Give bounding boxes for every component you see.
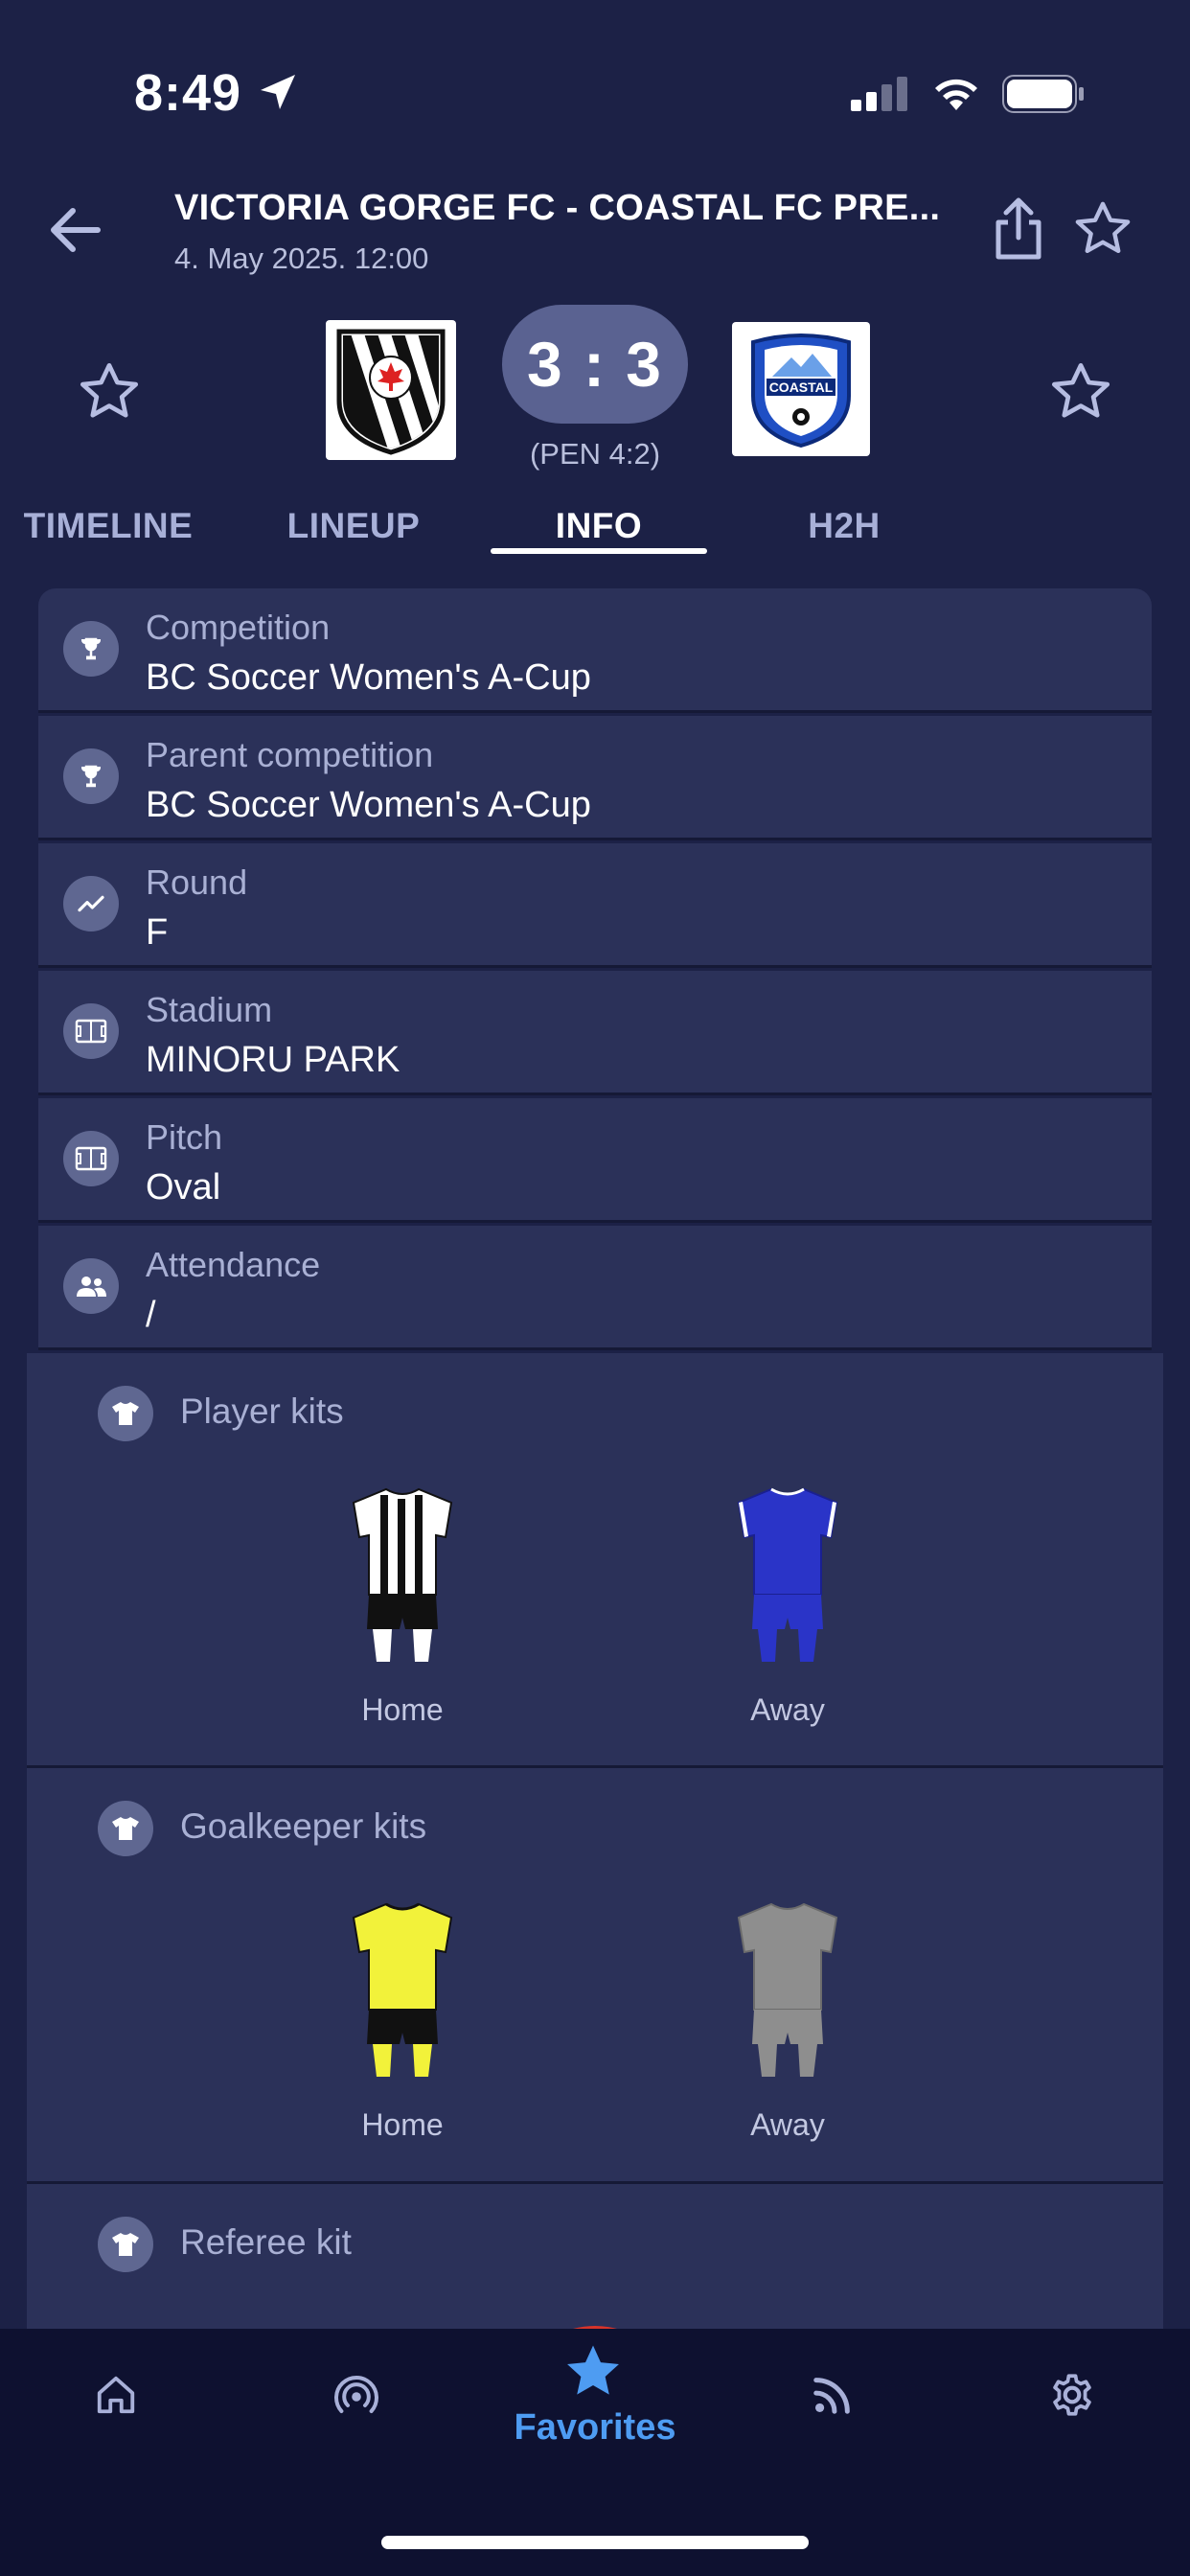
goalkeeper-home-label: Home <box>361 2107 444 2142</box>
favorite-match-star-icon[interactable] <box>1069 197 1136 261</box>
trend-icon <box>63 876 119 932</box>
goalkeeper-away-kit[interactable]: Away <box>721 1902 855 2143</box>
player-home-label: Home <box>361 1692 444 1727</box>
away-team-star-icon[interactable] <box>1046 358 1115 426</box>
player-kits-title: Player kits <box>180 1392 344 1431</box>
share-icon[interactable] <box>987 196 1050 263</box>
status-time: 8:49 <box>134 64 242 122</box>
shirt-icon <box>98 2217 153 2272</box>
goalkeeper-away-label: Away <box>750 2107 825 2142</box>
pitch-label: Pitch <box>146 1117 223 1157</box>
away-team-logo[interactable]: COASTAL <box>732 322 870 456</box>
info-row-stadium[interactable]: Stadium MINORU PARK <box>38 971 1152 1095</box>
svg-text:COASTAL: COASTAL <box>769 380 834 395</box>
tab-info[interactable]: INFO <box>491 506 707 546</box>
coastal-crest-icon: COASTAL <box>751 334 851 448</box>
shirt-icon <box>98 1801 153 1856</box>
penalty-score: (PEN 4:2) <box>529 437 661 471</box>
victoria-crest-icon <box>336 329 446 455</box>
trophy-icon <box>63 621 119 677</box>
status-icons <box>851 75 1085 113</box>
attendance-label: Attendance <box>146 1245 321 1284</box>
trophy-icon <box>63 748 119 804</box>
info-row-parent-competition[interactable]: Parent competition BC Soccer Women's A-C… <box>38 716 1152 840</box>
goalkeeper-kits-title: Goalkeeper kits <box>180 1806 427 1846</box>
match-date: 4. May 2025. 12:00 <box>174 242 429 275</box>
nav-podcast-icon[interactable] <box>323 2361 390 2428</box>
striped-jersey-icon <box>352 1487 453 1662</box>
player-home-kit[interactable]: Home <box>335 1487 469 1728</box>
goalkeeper-home-kit[interactable]: Home <box>335 1902 469 2143</box>
tab-h2h[interactable]: H2H <box>736 506 952 546</box>
location-arrow-icon <box>261 75 295 109</box>
nav-favorites-star-icon[interactable] <box>560 2338 627 2405</box>
parent-competition-value: BC Soccer Women's A-Cup <box>146 785 591 825</box>
tab-timeline[interactable]: TIMELINE <box>0 506 217 546</box>
goalkeeper-kits-section: Goalkeeper kits Home Away <box>27 1768 1163 2184</box>
tab-lineup[interactable]: LINEUP <box>245 506 462 546</box>
info-content[interactable]: Competition BC Soccer Women's A-Cup Pare… <box>27 588 1163 2329</box>
player-away-kit[interactable]: Away <box>721 1487 855 1728</box>
attendance-value: / <box>146 1295 156 1335</box>
player-away-label: Away <box>750 1692 825 1727</box>
info-row-attendance[interactable]: Attendance / <box>38 1226 1152 1350</box>
info-row-competition[interactable]: Competition BC Soccer Women's A-Cup <box>38 588 1152 713</box>
blue-jersey-icon <box>737 1487 838 1662</box>
match-title: VICTORIA GORGE FC - COASTAL FC PRE... <box>174 188 941 228</box>
field-icon <box>63 1003 119 1059</box>
grey-jersey-icon <box>737 1902 838 2077</box>
info-row-round[interactable]: Round F <box>38 843 1152 968</box>
parent-competition-label: Parent competition <box>146 735 434 774</box>
home-indicator <box>381 2536 809 2549</box>
back-arrow-icon[interactable] <box>42 201 109 259</box>
round-label: Round <box>146 862 248 902</box>
people-icon <box>63 1258 119 1314</box>
stadium-value: MINORU PARK <box>146 1040 400 1080</box>
shirt-icon <box>98 1386 153 1441</box>
battery-icon <box>1002 75 1084 113</box>
cellular-signal-icon <box>851 77 907 111</box>
nav-feed-icon[interactable] <box>799 2361 866 2428</box>
wifi-icon <box>935 79 977 110</box>
competition-label: Competition <box>146 608 331 647</box>
yellow-jersey-icon <box>352 1902 453 2077</box>
stadium-label: Stadium <box>146 990 273 1029</box>
pitch-value: Oval <box>146 1167 221 1208</box>
referee-kit-title: Referee kit <box>180 2222 352 2262</box>
score-display: 3 : 3 <box>502 305 688 424</box>
active-tab-indicator <box>491 548 707 554</box>
home-team-logo[interactable] <box>326 320 456 460</box>
referee-kit-section: Referee kit <box>27 2184 1163 2329</box>
nav-settings-gear-icon[interactable] <box>1039 2361 1106 2428</box>
nav-favorites-label[interactable]: Favorites <box>479 2407 711 2449</box>
nav-home-icon[interactable] <box>82 2361 149 2428</box>
info-row-pitch[interactable]: Pitch Oval <box>38 1098 1152 1223</box>
round-value: F <box>146 912 169 953</box>
competition-value: BC Soccer Women's A-Cup <box>146 657 591 698</box>
field-icon <box>63 1131 119 1186</box>
player-kits-section: Player kits Home Away <box>27 1353 1163 1768</box>
home-team-star-icon[interactable] <box>75 358 144 426</box>
